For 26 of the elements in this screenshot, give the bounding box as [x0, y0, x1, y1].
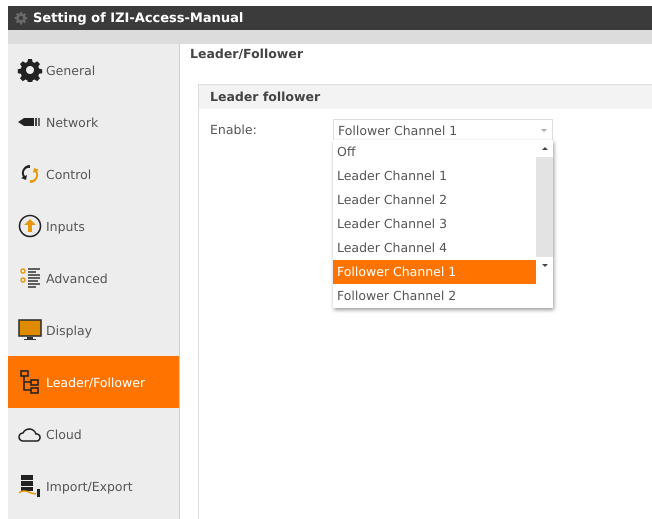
window-title: Setting of IZI-Access-Manual — [33, 10, 244, 26]
gear-icon — [14, 11, 28, 25]
caret-icon — [540, 128, 548, 133]
sidebar-item[interactable]: Import/Export — [8, 460, 179, 512]
sidebar-item[interactable]: Cloud — [8, 408, 179, 460]
sidebar-item[interactable]: Network — [8, 96, 179, 148]
scroll-down-icon[interactable] — [540, 263, 548, 268]
dropdown-option[interactable]: Leader Channel 3 — [333, 212, 536, 236]
sidebar-item[interactable]: Control — [8, 148, 179, 200]
page-title: Leader/Follower — [190, 45, 304, 63]
dropdown-option[interactable]: Follower Channel 2 — [333, 284, 536, 308]
monitor-icon — [17, 318, 43, 342]
dropdown-option[interactable]: Leader Channel 1 — [333, 164, 536, 188]
sidebar-item[interactable]: Inputs — [8, 200, 179, 252]
sidebar-item[interactable]: Display — [8, 304, 179, 356]
dropdown-option[interactable]: Leader Channel 2 — [333, 188, 536, 212]
sidebar-item[interactable]: General — [8, 44, 179, 96]
sidebar-item[interactable]: Advanced — [8, 252, 179, 304]
scroll-up-icon[interactable] — [540, 146, 548, 151]
dropdown-option[interactable]: Off — [333, 140, 536, 164]
gear-icon — [17, 58, 43, 82]
up-arrow-circle-icon — [17, 214, 43, 238]
panel-title: Leader follower — [199, 85, 652, 109]
field-label: Enable: — [210, 121, 258, 137]
dropdown-option[interactable]: Leader Channel 4 — [333, 236, 536, 260]
server-hand-icon — [17, 474, 43, 498]
